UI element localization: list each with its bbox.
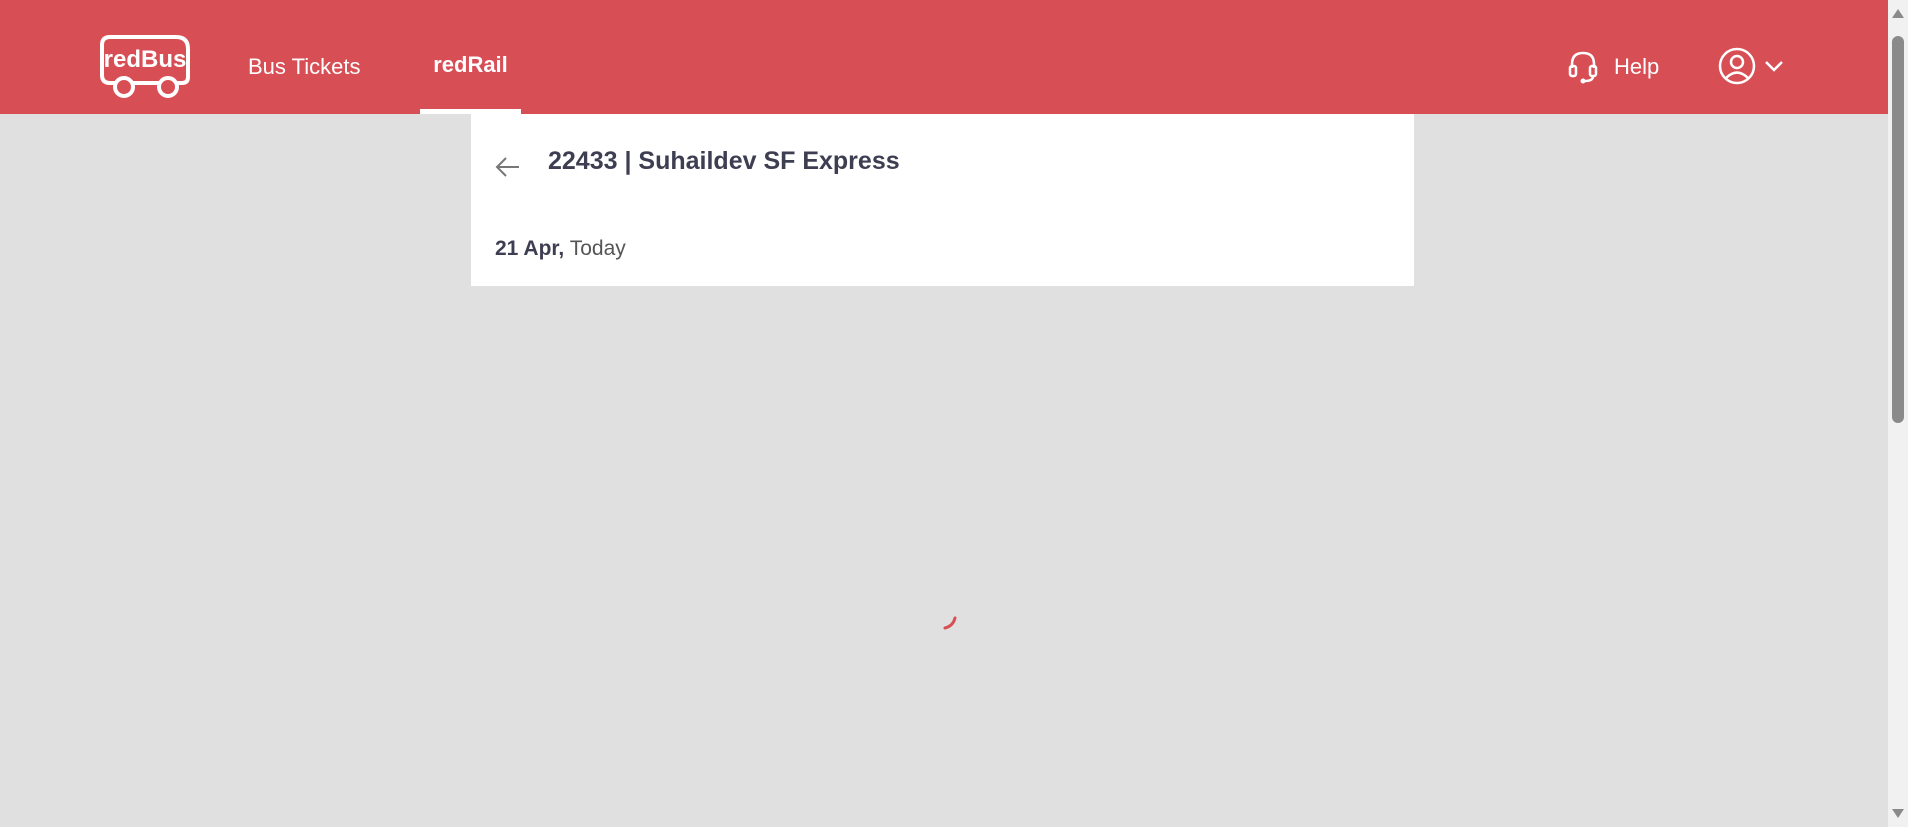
scroll-thumb[interactable] bbox=[1892, 36, 1904, 423]
logo-text: redBus bbox=[104, 46, 187, 73]
nav-redrail-label: redRail bbox=[433, 52, 508, 77]
vertical-scrollbar[interactable] bbox=[1888, 0, 1908, 827]
user-circle-icon bbox=[1718, 47, 1756, 85]
train-info-card: 22433 | Suhaildev SF Express 21 Apr, Tod… bbox=[471, 114, 1414, 286]
headset-icon bbox=[1568, 51, 1598, 84]
nav-redrail[interactable]: redRail bbox=[420, 0, 521, 114]
train-title: 22433 | Suhaildev SF Express bbox=[548, 147, 900, 175]
user-menu[interactable] bbox=[1718, 47, 1784, 85]
scroll-up-arrow[interactable] bbox=[1892, 9, 1904, 18]
date-label: 21 Apr, bbox=[495, 237, 565, 260]
spinner-icon bbox=[943, 616, 957, 630]
help-label: Help bbox=[1614, 54, 1660, 79]
redbus-logo[interactable]: redBus bbox=[98, 33, 194, 101]
arrow-left-icon[interactable] bbox=[493, 152, 523, 182]
journey-date: 21 Apr, Today bbox=[495, 237, 626, 261]
chevron-down-icon bbox=[1765, 61, 1783, 72]
scroll-down-arrow[interactable] bbox=[1892, 809, 1904, 818]
help-button[interactable]: Help bbox=[1568, 48, 1659, 86]
day-label: Today bbox=[569, 237, 626, 260]
top-header: redBus Bus Tickets redRail Help bbox=[0, 0, 1888, 114]
nav-bus-tickets[interactable]: Bus Tickets bbox=[248, 0, 360, 114]
